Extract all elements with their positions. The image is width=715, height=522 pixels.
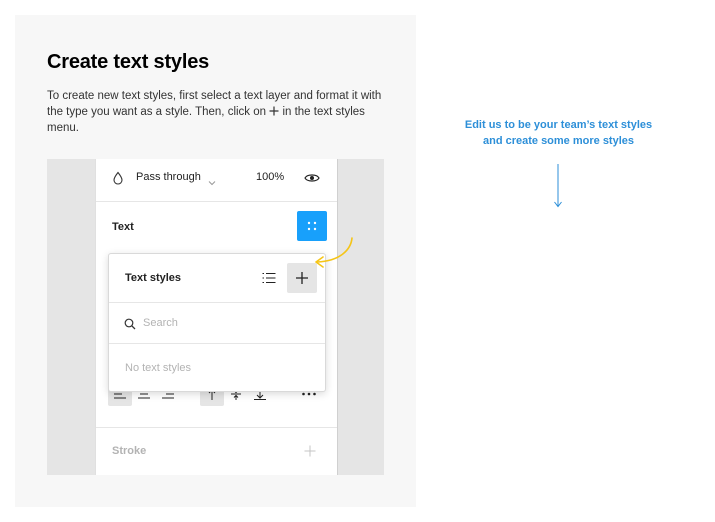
empty-state-message: No text styles <box>125 362 192 374</box>
instruction-card: Create text styles To create new text st… <box>15 15 416 507</box>
list-view-button[interactable] <box>262 271 276 289</box>
plus-icon <box>296 272 308 284</box>
eye-icon[interactable] <box>304 171 320 189</box>
search-icon <box>124 317 136 335</box>
stroke-section-label: Stroke <box>112 445 147 457</box>
grid-dots-icon <box>307 221 317 231</box>
note-line-2: and create some more styles <box>482 135 635 147</box>
popover-title: Text styles <box>125 272 182 284</box>
drop-icon <box>112 171 124 190</box>
list-icon <box>262 273 276 283</box>
layer-row: Pass through 100% <box>96 159 337 202</box>
search-input[interactable] <box>143 313 303 333</box>
down-arrow-icon <box>554 164 562 208</box>
chevron-down-icon[interactable] <box>208 173 216 191</box>
plus-icon <box>269 105 279 116</box>
note-line-1: Edit us to be your team’s text styles <box>464 119 653 131</box>
opacity-value[interactable]: 100% <box>256 171 284 183</box>
instructions-text: To create new text styles, first select … <box>47 88 387 136</box>
page-title: Create text styles <box>47 51 210 73</box>
plus-icon <box>304 445 316 457</box>
text-styles-popover: Text styles No text styles <box>108 253 326 392</box>
text-section-label: Text <box>112 221 134 233</box>
curved-arrow-icon <box>315 237 353 268</box>
divider <box>96 427 337 428</box>
popover-header: Text styles <box>109 254 325 303</box>
blend-mode-select[interactable]: Pass through <box>136 171 201 183</box>
add-stroke-button[interactable] <box>304 444 316 462</box>
team-styles-note: Edit us to be your team’s text styles an… <box>446 117 671 149</box>
figma-screenshot: Pass through 100% Text Stroke Text style… <box>47 159 384 475</box>
search-row <box>109 303 325 344</box>
